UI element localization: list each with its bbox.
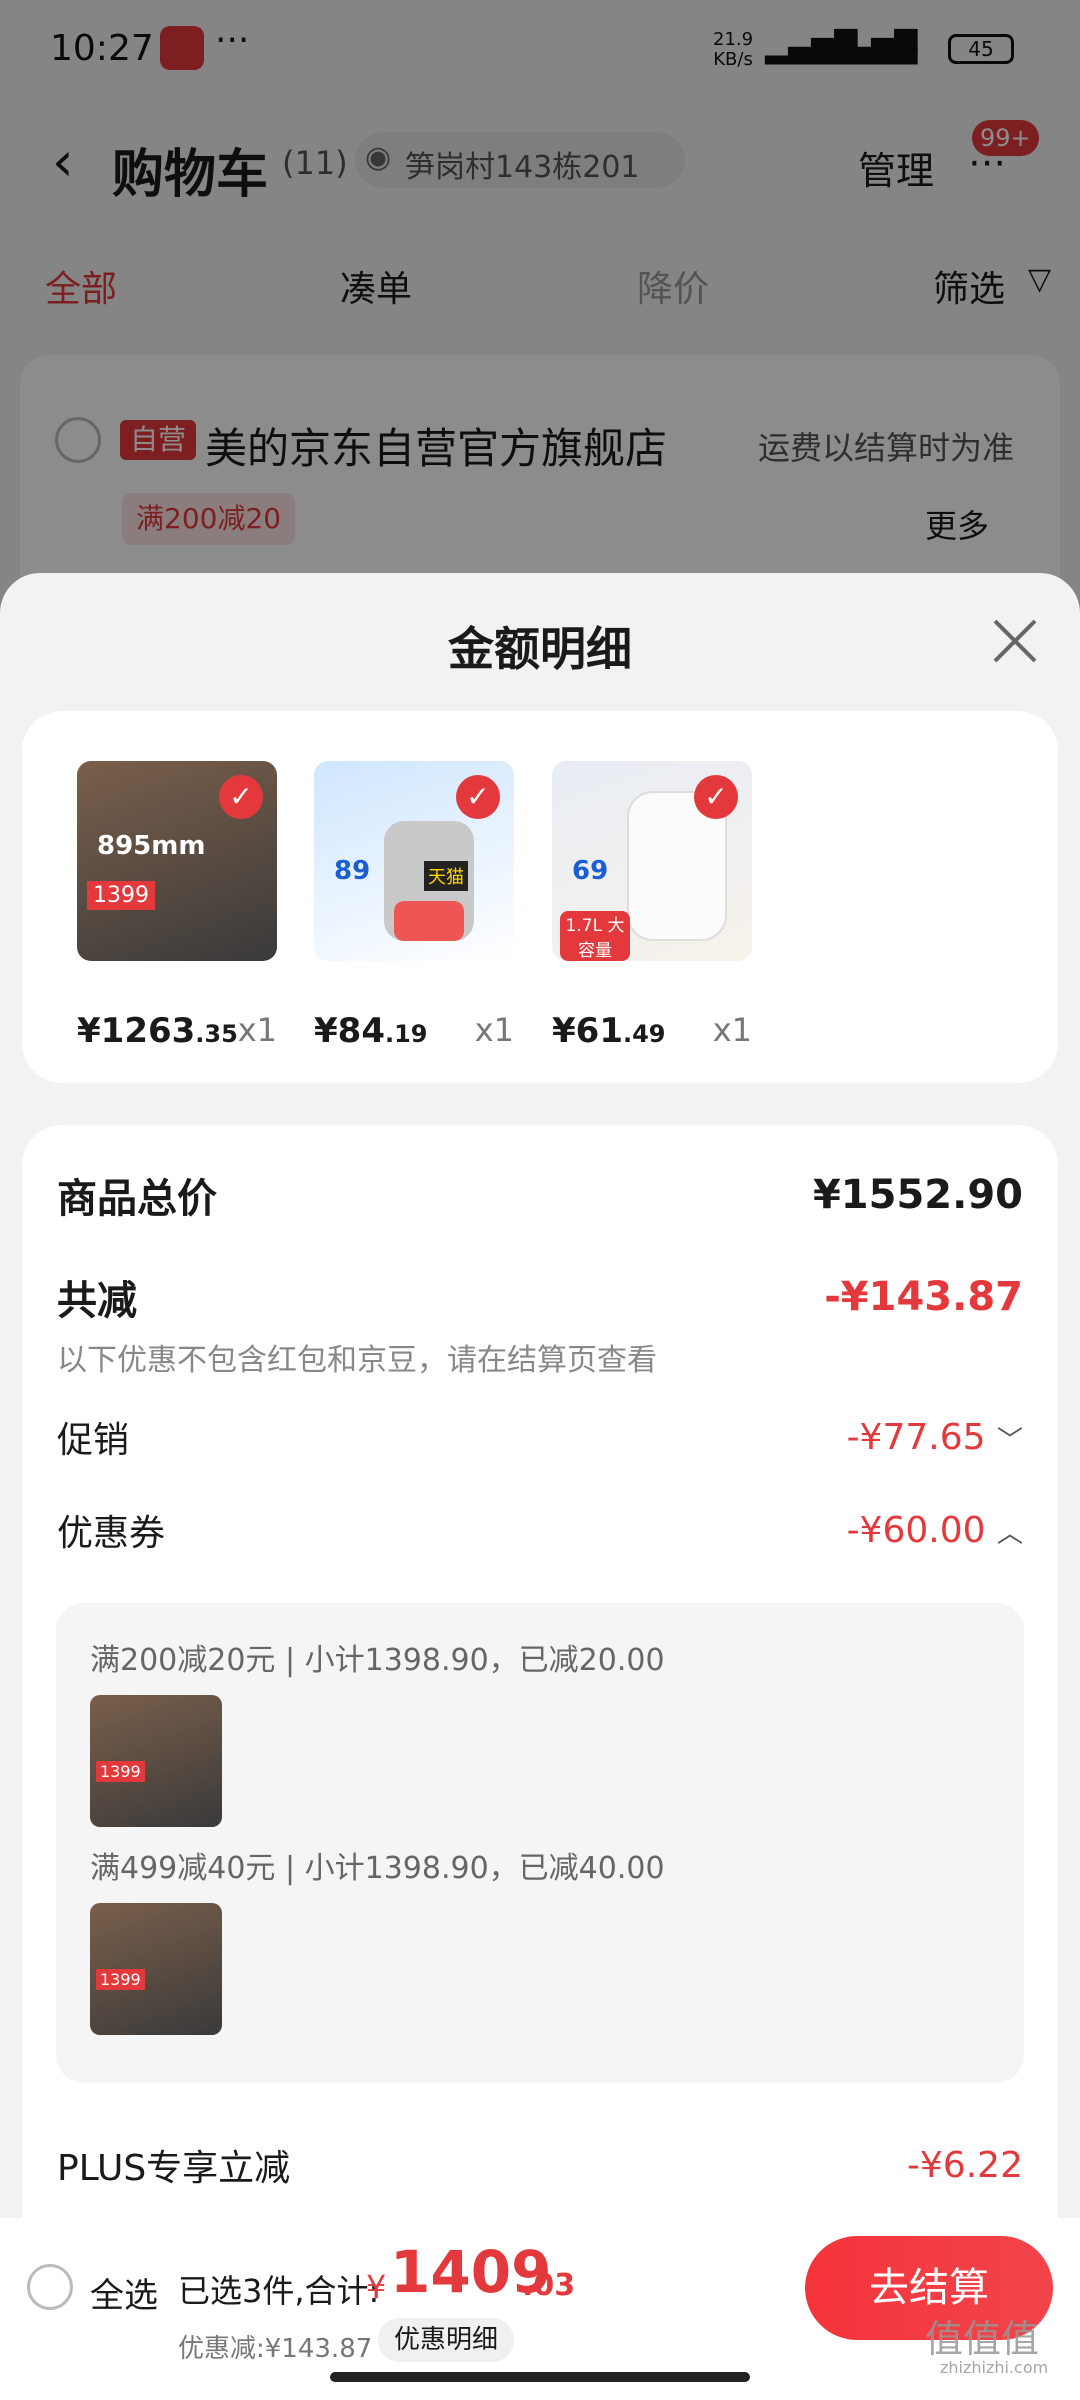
coupon-value-wrap: -¥60.00 ︿	[847, 1510, 1023, 1551]
product-price: ¥1263.35	[77, 1011, 238, 1051]
grinder-meat-shape	[394, 901, 464, 941]
coupon-value: -¥60.00	[846, 1509, 986, 1551]
product-qty: x1	[237, 1011, 277, 1049]
chevron-up-icon: ︿	[996, 1518, 1023, 1549]
home-indicator	[330, 2372, 750, 2382]
product-qty: x1	[474, 1011, 514, 1049]
product-price: ¥84.19	[314, 1011, 428, 1051]
coupon-desc: 满499减40元 | 小计1398.90，已减40.00	[90, 1851, 665, 1886]
checked-icon: ✓	[694, 775, 738, 819]
product-item[interactable]: 69 1.7L 大容量 ✓ ¥61.49 x1	[552, 761, 752, 1051]
plus-value: -¥6.22	[906, 2144, 1023, 2186]
plus-discount-row: PLUS专享立减 -¥6.22	[57, 2135, 1023, 2195]
price-int: ¥1263	[77, 1011, 196, 1051]
promotion-value-wrap: -¥77.65 ﹀	[847, 1417, 1023, 1458]
discount-value: -¥143.87	[824, 1274, 1023, 1320]
checked-icon: ✓	[456, 775, 500, 819]
product-qty: x1	[712, 1011, 752, 1049]
coupon-detail-box: 满200减20元 | 小计1398.90，已减20.00 1399 满499减4…	[56, 1603, 1024, 2083]
product-image-kettle[interactable]: 69 1.7L 大容量 ✓	[552, 761, 752, 961]
coupon-thumb-price: 1399	[96, 1761, 145, 1782]
product-image-meat-grinder[interactable]: 天猫 89 ✓	[314, 761, 514, 961]
coupon-row[interactable]: 优惠券 -¥60.00 ︿	[57, 1500, 1023, 1560]
product-image-caption: 天猫	[424, 861, 468, 891]
product-image-price: 69	[572, 856, 609, 886]
discount-note: 以下优惠不包含红包和京豆，请在结算页查看	[57, 1343, 657, 1378]
price-dec: .19	[384, 1020, 428, 1048]
promotion-row[interactable]: 促销 -¥77.65 ﹀	[57, 1407, 1023, 1467]
total-label: 商品总价	[57, 1176, 217, 1222]
product-image-range-hood[interactable]: 895mm 1399 ✓	[77, 761, 277, 961]
product-item[interactable]: 天猫 89 ✓ ¥84.19 x1	[314, 761, 514, 1051]
price-detail-card: 商品总价 ¥1552.90 共减 -¥143.87 以下优惠不包含红包和京豆，请…	[22, 1125, 1058, 2265]
plus-label: PLUS专享立减	[57, 2148, 291, 2189]
chevron-down-icon: ﹀	[996, 1425, 1023, 1456]
price-int: ¥61	[552, 1011, 623, 1051]
checkout-bar: 全选 已选3件,合计: ¥ 1409 .03 优惠减:¥143.87 优惠明细 …	[0, 2218, 1080, 2400]
product-price: ¥61.49	[552, 1011, 666, 1051]
discount-row: 共减 -¥143.87	[57, 1267, 1023, 1327]
select-all-radio[interactable]	[27, 2264, 73, 2310]
coupon-label: 优惠券	[57, 1513, 166, 1554]
promotion-value: -¥77.65	[846, 1416, 986, 1458]
price-dec: .35	[195, 1020, 238, 1048]
checked-icon: ✓	[219, 775, 263, 819]
close-icon[interactable]	[985, 611, 1045, 671]
coupon-product-thumb: 1399	[90, 1903, 222, 2035]
watermark-logo: 值值值	[925, 2317, 1040, 2361]
discount-label: 共减	[57, 1278, 137, 1324]
product-image-caption: 1.7L 大容量	[560, 911, 630, 961]
bottom-discount-text: 优惠减:¥143.87	[178, 2334, 373, 2364]
sheet-title: 金额明细	[448, 622, 632, 676]
product-image-price: 1399	[87, 881, 155, 910]
price-dec: .49	[622, 1020, 666, 1048]
promotion-label: 促销	[57, 1420, 130, 1461]
product-image-caption: 895mm	[97, 831, 206, 861]
selected-products-card: 895mm 1399 ✓ ¥1263.35 x1 天猫 89 ✓ ¥84.19 …	[22, 711, 1058, 1083]
total-decimal: .03	[522, 2268, 576, 2303]
price-int: ¥84	[314, 1011, 385, 1051]
amount-detail-sheet: 金额明细 895mm 1399 ✓ ¥1263.35 x1 天猫 89 ✓ ¥8…	[0, 573, 1080, 2400]
total-row: 商品总价 ¥1552.90	[57, 1165, 1023, 1225]
discount-detail-button[interactable]: 优惠明细	[378, 2318, 515, 2362]
coupon-thumb-price: 1399	[96, 1969, 145, 1990]
product-item[interactable]: 895mm 1399 ✓ ¥1263.35 x1	[77, 761, 277, 1051]
total-value: ¥1552.90	[812, 1172, 1023, 1218]
product-image-price: 89	[334, 856, 371, 886]
total-currency: ¥	[366, 2268, 387, 2306]
select-all-label[interactable]: 全选	[90, 2268, 158, 2317]
coupon-product-thumb: 1399	[90, 1695, 222, 1827]
coupon-desc: 满200减20元 | 小计1398.90，已减20.00	[90, 1643, 665, 1678]
selected-summary: 已选3件,合计:	[178, 2272, 380, 2310]
watermark-url: zhizhizhi.com	[940, 2358, 1049, 2377]
